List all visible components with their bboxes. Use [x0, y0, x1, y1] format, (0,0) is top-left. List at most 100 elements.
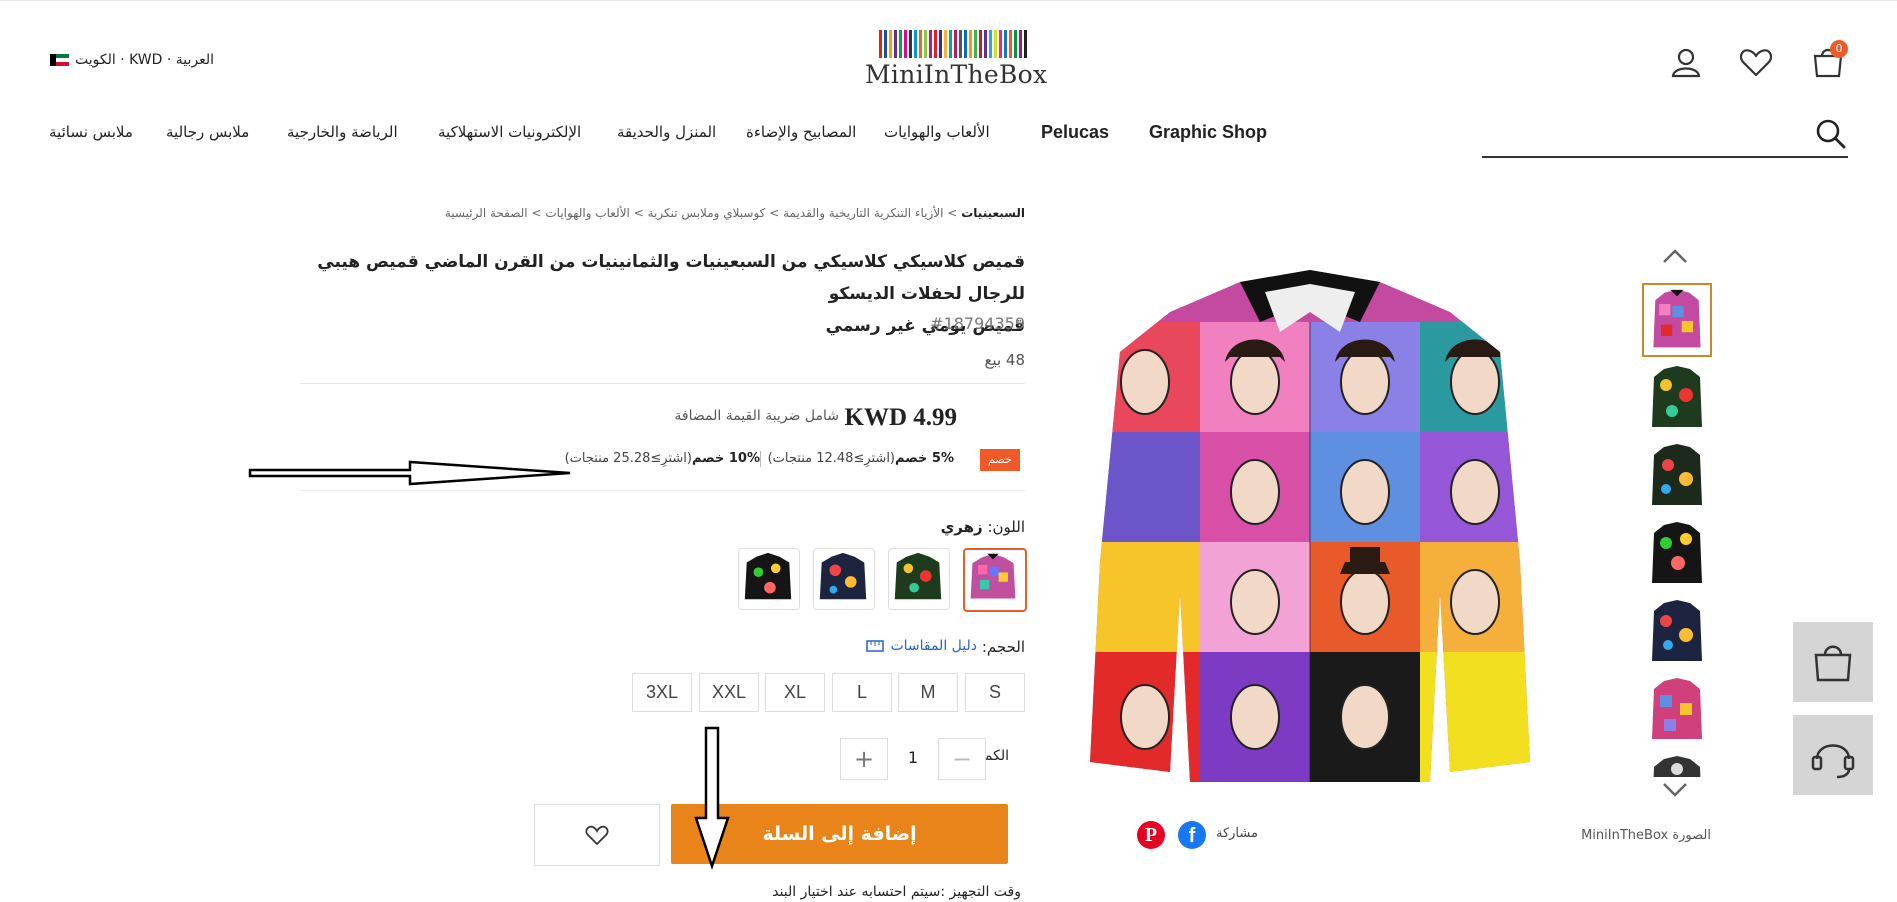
logo-stripe [903, 30, 907, 58]
divider [300, 383, 1025, 384]
nav-item-sports[interactable]: الرياضة والخارجية [287, 123, 398, 141]
discount-badge: خصم [980, 449, 1020, 471]
search-icon[interactable] [1815, 118, 1847, 150]
size-option-xxl[interactable]: XXL [699, 673, 759, 712]
quantity-input[interactable]: 1 [888, 738, 938, 778]
cart-count-badge: 0 [1830, 40, 1848, 58]
divider [300, 490, 1025, 491]
gallery-thumb[interactable] [1642, 439, 1712, 513]
nav-item-pelucas[interactable]: Pelucas [1041, 122, 1109, 143]
logo-stripe [953, 30, 957, 58]
logo-stripe [893, 30, 897, 58]
image-credit: الصورة MiniInTheBox [1581, 828, 1711, 843]
locale-selector[interactable]: العربية · KWD · الكويت [50, 52, 214, 68]
breadcrumb-current[interactable]: السبعينيات [961, 206, 1025, 220]
breadcrumb-home[interactable]: الصفحة الرئيسية [445, 206, 528, 220]
logo-stripe [1008, 30, 1012, 58]
logo-stripe [1013, 30, 1017, 58]
nav-item-mens[interactable]: ملابس رجالية [166, 123, 249, 141]
logo-stripe [938, 30, 942, 58]
logo-stripe [888, 30, 892, 58]
sold-count: 48 بيع [984, 351, 1025, 369]
logo-stripe [918, 30, 922, 58]
color-swatch-navy[interactable] [813, 548, 875, 610]
logo-stripe [958, 30, 962, 58]
top-border [0, 0, 1897, 1]
share-label: مشاركة [1216, 826, 1258, 841]
product-price: KWD 4.99 [844, 404, 958, 431]
logo-stripe [943, 30, 947, 58]
logo-stripe [913, 30, 917, 58]
logo-stripe [1003, 30, 1007, 58]
logo-stripe [948, 30, 952, 58]
breadcrumb-item[interactable]: كوسبلاي وملابس تنكرية [648, 206, 766, 220]
product-main-image[interactable] [1090, 262, 1530, 802]
logo-text: MiniInTheBox [865, 60, 1048, 89]
gallery-thumb[interactable] [1642, 283, 1712, 357]
wishlist-heart-icon[interactable] [1738, 44, 1774, 80]
tier-discount-2: 10% خصم(اشترِ≥25.28 منتجات) [564, 451, 760, 466]
qty-minus-button[interactable]: − [938, 738, 986, 780]
size-option-3xl[interactable]: 3XL [632, 673, 692, 712]
tier-discount-1: 5% خصم(اشترِ≥12.48 منتجات) [767, 451, 954, 466]
color-label: اللون: زهري [940, 518, 1025, 536]
preparation-time: وقت التجهيز :سيتم احتسابه عند اختيار الب… [772, 884, 1021, 900]
color-swatch-green[interactable] [888, 548, 950, 610]
logo-stripe [998, 30, 1002, 58]
logo-stripe [988, 30, 992, 58]
logo-stripe [973, 30, 977, 58]
gallery-up-chevron-icon[interactable] [1660, 246, 1690, 266]
nav-item-lighting[interactable]: المصابيح والإضاءة [746, 123, 856, 141]
logo-stripe [928, 30, 932, 58]
logo-stripe [978, 30, 982, 58]
nav-item-electronics[interactable]: الإلكترونيات الاستهلاكية [438, 123, 581, 141]
logo-stripe [923, 30, 927, 58]
logo-stripe [908, 30, 912, 58]
heart-icon [585, 825, 609, 846]
product-sku: #18794359 [930, 314, 1025, 333]
nav-item-home-garden[interactable]: المنزل والحديقة [617, 123, 716, 141]
selected-color: زهري [940, 518, 983, 536]
facebook-share-icon[interactable]: f [1178, 821, 1206, 849]
qty-plus-button[interactable]: + [840, 738, 888, 780]
size-option-l[interactable]: L [832, 673, 892, 712]
gallery-thumb[interactable] [1642, 595, 1712, 669]
size-guide-link[interactable]: دليل المقاسات [866, 638, 977, 654]
size-option-xl[interactable]: XL [765, 673, 825, 712]
size-label: الحجم: [981, 638, 1025, 656]
breadcrumb-item[interactable]: الأزياء التنكرية التاريخية والقديمة [783, 206, 943, 220]
account-icon[interactable] [1668, 44, 1704, 80]
color-swatch-pink[interactable] [963, 548, 1027, 612]
site-logo[interactable]: MiniInTheBox [865, 30, 1048, 90]
tier-separator [760, 451, 761, 467]
floating-cart-button[interactable] [1793, 622, 1873, 702]
kuwait-flag-icon [50, 53, 69, 67]
logo-stripe [933, 30, 937, 58]
logo-stripe [898, 30, 902, 58]
gallery-thumb[interactable] [1642, 673, 1712, 747]
size-option-m[interactable]: M [898, 673, 958, 712]
size-option-s[interactable]: S [965, 673, 1025, 712]
product-title: قميص كلاسيكي كلاسيكي من السبعينيات والثم… [317, 252, 1025, 336]
logo-stripe [963, 30, 967, 58]
logo-stripe [983, 30, 987, 58]
add-to-cart-button[interactable]: إضافة إلى السلة [671, 804, 1008, 864]
breadcrumb-item[interactable]: الألعاب والهوايات [545, 206, 630, 220]
headset-icon [1811, 744, 1855, 779]
shopping-bag-icon [1814, 645, 1852, 682]
locale-text: العربية · KWD · الكويت [75, 52, 215, 68]
search-input[interactable] [1482, 156, 1848, 158]
gallery-thumb[interactable] [1642, 361, 1712, 435]
gallery-thumb[interactable] [1642, 751, 1712, 777]
gallery-thumb[interactable] [1642, 517, 1712, 591]
nav-item-graphic-shop[interactable]: Graphic Shop [1149, 122, 1267, 143]
add-to-wishlist-button[interactable] [534, 804, 660, 866]
logo-stripe [1023, 30, 1027, 58]
floating-support-button[interactable] [1793, 715, 1873, 795]
color-swatch-black[interactable] [738, 548, 800, 610]
nav-item-womens[interactable]: ملابس نسائية [49, 123, 133, 141]
pinterest-share-icon[interactable]: P [1137, 821, 1165, 849]
gallery-down-chevron-icon[interactable] [1660, 780, 1690, 800]
nav-item-toys[interactable]: الألعاب والهوايات [884, 123, 990, 141]
logo-stripes [865, 30, 1040, 58]
